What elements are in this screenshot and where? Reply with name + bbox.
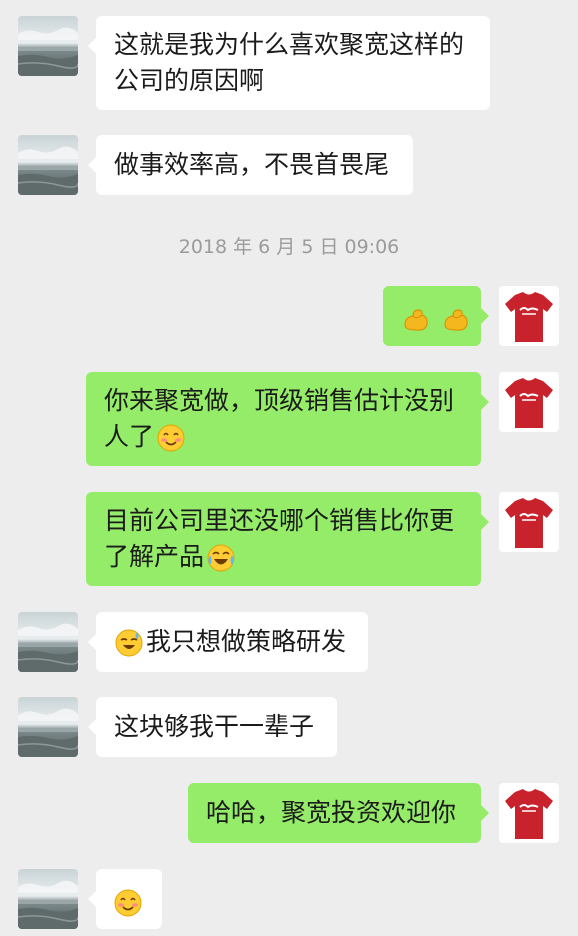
message-text: 人了 <box>104 422 155 451</box>
message-text: 我只想做策略研发 <box>146 627 347 656</box>
message-text: 目前公司里还没哪个销售比你更 <box>104 506 455 535</box>
message-bubble-outgoing[interactable]: 你来聚宽做，顶级销售估计没别 人了 <box>86 372 489 466</box>
self-avatar[interactable] <box>499 492 559 552</box>
red-tshirt-avatar-icon <box>499 286 559 346</box>
sea-landscape-avatar-icon <box>18 16 78 76</box>
self-avatar[interactable] <box>499 286 559 346</box>
chat-timestamp: 2018 年 6 月 5 日 09:06 <box>178 236 400 258</box>
red-tshirt-avatar-icon <box>499 372 559 432</box>
self-avatar[interactable] <box>499 783 559 843</box>
message-bubble-outgoing[interactable] <box>383 286 489 346</box>
contact-avatar[interactable] <box>18 135 78 195</box>
sea-landscape-avatar-icon <box>18 612 78 672</box>
sweating-laugh-emoji-icon <box>114 628 144 658</box>
message-bubble-incoming[interactable] <box>88 869 162 929</box>
tears-of-joy-emoji-icon <box>206 543 236 573</box>
contact-avatar[interactable] <box>18 612 78 672</box>
blush-emoji-icon <box>156 423 186 453</box>
contact-avatar[interactable] <box>18 697 78 757</box>
sea-landscape-avatar-icon <box>18 135 78 195</box>
muscle-emoji-icon <box>401 305 431 335</box>
message-bubble-incoming[interactable]: 做事效率高，不畏首畏尾 <box>88 135 413 195</box>
red-tshirt-avatar-icon <box>499 492 559 552</box>
message-text: 做事效率高，不畏首畏尾 <box>114 150 390 179</box>
message-text: 了解产品 <box>104 542 205 571</box>
message-bubble-incoming[interactable]: 这就是我为什么喜欢聚宽这样的 公司的原因啊 <box>88 16 490 110</box>
red-tshirt-avatar-icon <box>499 783 559 843</box>
message-bubble-incoming[interactable]: 这块够我干一辈子 <box>88 697 337 757</box>
message-text: 这就是我为什么喜欢聚宽这样的 <box>114 30 465 59</box>
message-bubble-outgoing[interactable]: 哈哈，聚宽投资欢迎你 <box>188 783 489 843</box>
muscle-emoji-icon <box>441 305 471 335</box>
message-text: 你来聚宽做，顶级销售估计没别 <box>104 386 455 415</box>
sea-landscape-avatar-icon <box>18 869 78 929</box>
message-bubble-incoming[interactable]: 我只想做策略研发 <box>88 612 368 672</box>
contact-avatar[interactable] <box>18 869 78 929</box>
blush-emoji-icon <box>113 888 143 918</box>
sea-landscape-avatar-icon <box>18 697 78 757</box>
message-text: 哈哈，聚宽投资欢迎你 <box>206 798 457 827</box>
message-bubble-outgoing[interactable]: 目前公司里还没哪个销售比你更 了解产品 <box>86 492 489 586</box>
message-text: 这块够我干一辈子 <box>114 712 315 741</box>
contact-avatar[interactable] <box>18 16 78 76</box>
self-avatar[interactable] <box>499 372 559 432</box>
message-text: 公司的原因啊 <box>114 66 265 95</box>
